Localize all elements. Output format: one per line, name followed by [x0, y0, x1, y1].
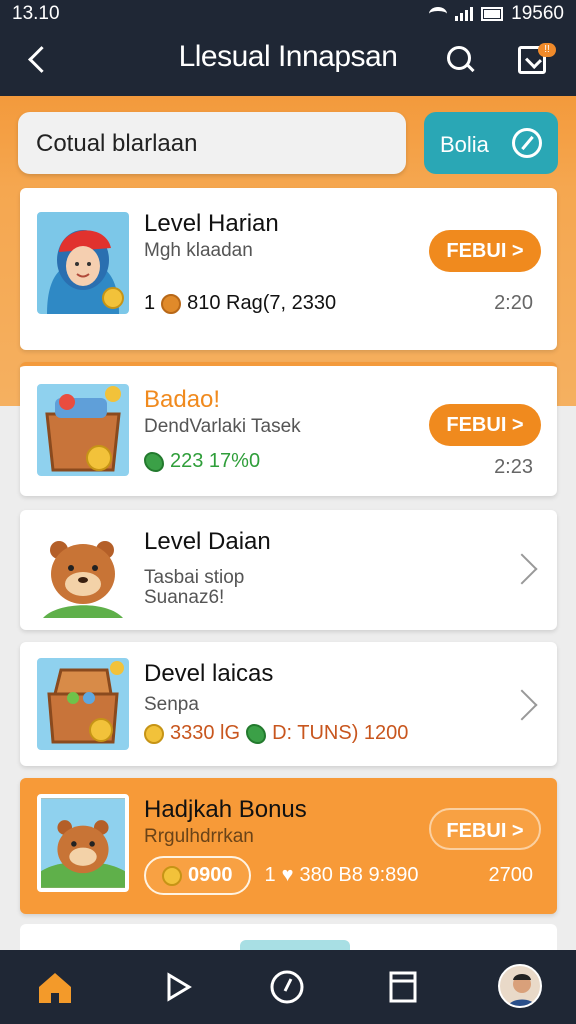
bonus-card[interactable]: Hadjkah Bonus Rrgulhdrrkan 0900 1 ♥ 380 …	[20, 778, 557, 914]
febui-button[interactable]: FEBUI >	[429, 230, 541, 272]
profile-avatar[interactable]	[498, 964, 542, 1008]
heart-icon: ♥	[281, 864, 294, 886]
bonus-meta: 1 ♥ 380 B8 9:890	[265, 864, 419, 887]
home-icon[interactable]	[30, 964, 80, 1010]
page-title: Llesual Innapsan	[178, 40, 398, 73]
card-meta: 3330 lG D: TUNS) 1200	[144, 722, 408, 745]
card-title: Hadjkah Bonus	[144, 796, 307, 823]
card-time: 2700	[488, 864, 534, 886]
chevron-right-icon[interactable]	[506, 553, 538, 585]
card-time: 2:20	[494, 292, 533, 314]
wifi-icon	[429, 7, 448, 21]
bolia-button-label: Bolia	[440, 132, 489, 157]
bear-bonus-icon	[37, 794, 129, 892]
compass-icon	[512, 128, 542, 158]
coin-icon	[162, 865, 182, 886]
notification-badge: !!	[538, 43, 556, 57]
card-subtitle: Mgh klaadan	[144, 240, 253, 261]
meta-text: 223 17%0	[170, 450, 261, 472]
meta-text: 810 Rag(7, 2330	[187, 292, 337, 314]
card-title: Devel laicas	[144, 660, 274, 687]
status-time: 13.10	[12, 3, 60, 24]
signal-icon	[455, 7, 474, 21]
battery-icon	[481, 7, 504, 21]
febui-button[interactable]: FEBUI >	[429, 808, 541, 850]
status-icons: 19560	[429, 3, 564, 25]
card-subtitle: Senpa	[144, 694, 199, 715]
bonus-badge-value: 0900	[188, 864, 233, 886]
card-title: Badao!	[144, 386, 221, 413]
status-bar: 13.10 19560	[0, 0, 576, 28]
document-icon[interactable]	[378, 964, 428, 1010]
treasure-chest-icon	[37, 658, 129, 750]
card-meta: 1 810 Rag(7, 2330	[144, 292, 336, 315]
card-time: 2:23	[494, 456, 533, 478]
card-meta: 223 17%0	[144, 450, 260, 473]
mission-card[interactable]: Badao! DendVarlaki Tasek 223 17%0 FEBUI …	[20, 362, 557, 496]
app-bar: Llesual Innapsan !!	[0, 28, 576, 96]
bonus-meta-row: 0900 1 ♥ 380 B8 9:890	[144, 856, 419, 895]
bear-mascot-icon	[37, 522, 129, 624]
chevron-right-icon[interactable]	[506, 689, 538, 721]
mission-card[interactable]: Devel laicas Senpa 3330 lG D: TUNS) 1200	[20, 642, 557, 766]
search-input[interactable]: Cotual blarlaan	[18, 112, 406, 174]
mission-card[interactable]: Level Harian Mgh klaadan 1 810 Rag(7, 23…	[20, 188, 557, 350]
gem-icon	[246, 723, 267, 744]
card-title: Level Harian	[144, 210, 279, 237]
coin-icon	[144, 723, 164, 744]
meta-count: 1	[144, 292, 156, 314]
meta-text-2: D: TUNS) 1200	[272, 722, 409, 744]
meta-text: 3330 lG	[170, 722, 241, 744]
hijab-girl-avatar	[37, 212, 129, 314]
bottom-nav	[0, 950, 576, 1024]
card-title: Level Daian	[144, 528, 271, 555]
status-right-text: 19560	[511, 3, 564, 24]
card-subtitle: Rrgulhdrrkan	[144, 826, 254, 847]
treasure-box-icon	[37, 384, 129, 476]
card-subtitle: DendVarlaki Tasek	[144, 416, 301, 437]
play-icon[interactable]	[152, 964, 202, 1010]
mission-card[interactable]: Level Daian Tasbai stiop Suanaz6!	[20, 510, 557, 630]
search-icon[interactable]	[440, 40, 480, 80]
inbox-icon[interactable]: !!	[512, 40, 556, 80]
heart-coin-icon	[161, 293, 182, 314]
subtitle-line: Suanaz6!	[144, 587, 225, 608]
febui-button[interactable]: FEBUI >	[429, 404, 541, 446]
bolia-button[interactable]: Bolia	[424, 112, 558, 174]
leaf-icon	[144, 451, 164, 472]
meta-count: 1	[264, 864, 276, 886]
subtitle-line: Tasbai stiop	[144, 567, 245, 588]
card-subtitle: Tasbai stiop Suanaz6!	[144, 568, 244, 608]
meta-text: 380 B8 9:890	[299, 864, 419, 886]
compass-icon[interactable]	[262, 964, 312, 1010]
bonus-badge[interactable]: 0900	[144, 856, 251, 895]
